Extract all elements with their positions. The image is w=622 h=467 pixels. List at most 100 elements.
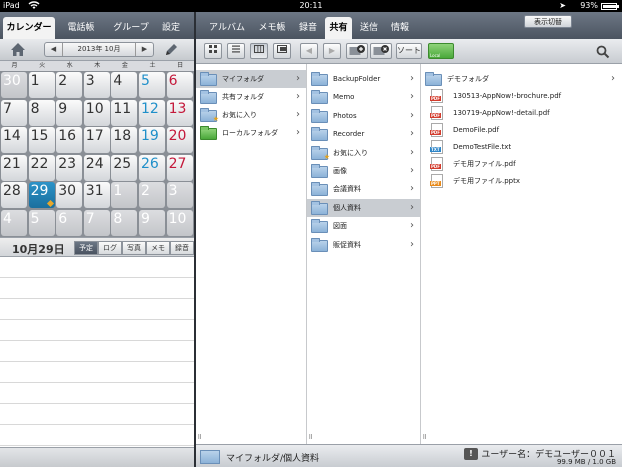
- calendar-day[interactable]: 20: [166, 127, 193, 154]
- pencil-icon[interactable]: [163, 42, 179, 57]
- calendar-day[interactable]: 9: [56, 99, 83, 126]
- forward-button[interactable]: ▶: [323, 43, 341, 59]
- list-view-button[interactable]: [227, 43, 245, 59]
- folder-row[interactable]: ★ お気に入り ›: [307, 144, 420, 162]
- calendar-day[interactable]: 1: [28, 72, 55, 98]
- folder-row[interactable]: 会議資料 ›: [307, 180, 420, 198]
- folder-row[interactable]: BackupFolder ›: [307, 70, 420, 88]
- calendar-day[interactable]: 10: [166, 210, 193, 236]
- column-resize-handle[interactable]: ll: [423, 434, 426, 441]
- calendar-day[interactable]: 24: [83, 154, 110, 181]
- calendar-day[interactable]: 7: [83, 210, 110, 236]
- calendar-day[interactable]: 2: [139, 182, 165, 209]
- calendar-day[interactable]: 14: [1, 127, 27, 154]
- folder-row[interactable]: 販促資料 ›: [307, 236, 420, 254]
- calendar-day[interactable]: 28: [1, 182, 27, 209]
- search-icon[interactable]: [596, 45, 610, 59]
- calendar-day[interactable]: 4: [1, 210, 27, 236]
- calendar-day[interactable]: 23: [56, 154, 83, 181]
- file-row[interactable]: PDF 130513-AppNow!-brochure.pdf: [421, 87, 621, 105]
- folder-row[interactable]: › デモフォルダ: [421, 70, 621, 88]
- calendar-day[interactable]: 7: [1, 99, 27, 126]
- folder-row[interactable]: ★ お気に入り ›: [196, 106, 306, 124]
- delete-button[interactable]: [370, 43, 392, 59]
- calendar-day[interactable]: 19: [139, 127, 165, 154]
- next-month-button[interactable]: ▶: [135, 43, 153, 56]
- calendar-day[interactable]: 27: [166, 154, 193, 181]
- file-row[interactable]: TXT DemoTestFile.txt: [421, 138, 621, 156]
- tab-0[interactable]: カレンダー: [3, 17, 55, 39]
- calendar-day[interactable]: 4: [111, 72, 138, 98]
- tab-3[interactable]: 設定: [156, 17, 186, 39]
- folder-row[interactable]: ローカルフォルダ ›: [196, 124, 306, 142]
- calendar-day[interactable]: 1: [111, 182, 138, 209]
- view-tab-1[interactable]: ログ: [98, 241, 122, 255]
- calendar-day[interactable]: 9: [139, 210, 165, 236]
- prev-month-button[interactable]: ◀: [45, 43, 63, 56]
- tab-right-2[interactable]: 録音: [295, 17, 321, 39]
- calendar-day[interactable]: 5: [28, 210, 55, 236]
- calendar-day[interactable]: 30: [56, 182, 83, 209]
- folder-row[interactable]: マイフォルダ ›: [196, 70, 306, 88]
- calendar-day[interactable]: 21: [1, 154, 27, 181]
- folder-row[interactable]: 共有フォルダ ›: [196, 88, 306, 106]
- calendar-day[interactable]: 2: [56, 72, 83, 98]
- icon-view-button[interactable]: [204, 43, 222, 59]
- calendar-day[interactable]: 15: [28, 127, 55, 154]
- preview-view-button[interactable]: [273, 43, 291, 59]
- calendar-day[interactable]: 12: [139, 99, 165, 126]
- calendar-day[interactable]: 18: [111, 127, 138, 154]
- tab-right-0[interactable]: アルバム: [205, 17, 249, 39]
- home-icon[interactable]: [10, 42, 26, 57]
- calendar-day[interactable]: 10: [83, 99, 110, 126]
- back-button[interactable]: ◀: [300, 43, 318, 59]
- file-row[interactable]: PDF 130719-AppNow!-detail.pdf: [421, 104, 621, 122]
- calendar-day[interactable]: 6: [166, 72, 193, 98]
- view-tab-4[interactable]: 録音: [170, 241, 194, 255]
- calendar-day[interactable]: 6: [56, 210, 83, 236]
- calendar-day[interactable]: 17: [83, 127, 110, 154]
- column-resize-handle[interactable]: ll: [198, 434, 201, 441]
- calendar-day[interactable]: 8: [28, 99, 55, 126]
- tab-right-5[interactable]: 情報: [387, 17, 413, 39]
- file-name: デモ用ファイル.pptx: [453, 177, 520, 185]
- display-switch-button[interactable]: 表示切替: [524, 15, 572, 28]
- calendar-day[interactable]: 11: [111, 99, 138, 126]
- folder-row[interactable]: 画像 ›: [307, 162, 420, 180]
- column-view-button[interactable]: [250, 43, 268, 59]
- calendar-day[interactable]: 8: [111, 210, 138, 236]
- folder-row[interactable]: 図面 ›: [307, 217, 420, 235]
- calendar-day[interactable]: 3: [166, 182, 193, 209]
- tab-right-1[interactable]: メモ帳: [254, 17, 290, 39]
- calendar-day[interactable]: 22: [28, 154, 55, 181]
- file-row[interactable]: PDF DemoFile.pdf: [421, 121, 621, 139]
- tab-1[interactable]: 電話帳: [58, 17, 104, 39]
- folder-row[interactable]: 個人資料 ›: [307, 198, 420, 217]
- view-tab-2[interactable]: 写真: [122, 241, 146, 255]
- local-folder-button[interactable]: Local: [428, 43, 454, 59]
- sort-button[interactable]: ソート: [396, 43, 422, 59]
- calendar-day[interactable]: 31: [83, 182, 110, 209]
- tab-right-3[interactable]: 共有: [325, 17, 352, 39]
- new-folder-button[interactable]: [346, 43, 368, 59]
- calendar-day[interactable]: 25: [111, 154, 138, 181]
- view-tab-3[interactable]: メモ: [146, 241, 170, 255]
- calendar-day[interactable]: 16: [56, 127, 83, 154]
- file-row[interactable]: PDF デモ用ファイル.pdf: [421, 155, 621, 173]
- folder-row[interactable]: Photos ›: [307, 107, 420, 125]
- schedule-list[interactable]: [0, 257, 194, 447]
- calendar-day[interactable]: 30: [1, 72, 27, 98]
- view-tab-0[interactable]: 予定: [74, 241, 98, 255]
- file-row[interactable]: PPT デモ用ファイル.pptx: [421, 172, 621, 190]
- tab-2[interactable]: グループ: [108, 17, 154, 39]
- alert-icon[interactable]: !: [464, 448, 478, 460]
- calendar-day[interactable]: 13: [166, 99, 193, 126]
- tab-right-4[interactable]: 送信: [356, 17, 382, 39]
- calendar-day[interactable]: 26: [139, 154, 165, 181]
- calendar-day[interactable]: 3: [83, 72, 110, 98]
- folder-row[interactable]: Recorder ›: [307, 125, 420, 143]
- column-resize-handle[interactable]: ll: [309, 434, 312, 441]
- calendar-day-today[interactable]: 29: [28, 182, 55, 209]
- folder-row[interactable]: Memo ›: [307, 88, 420, 106]
- calendar-day[interactable]: 5: [139, 72, 165, 98]
